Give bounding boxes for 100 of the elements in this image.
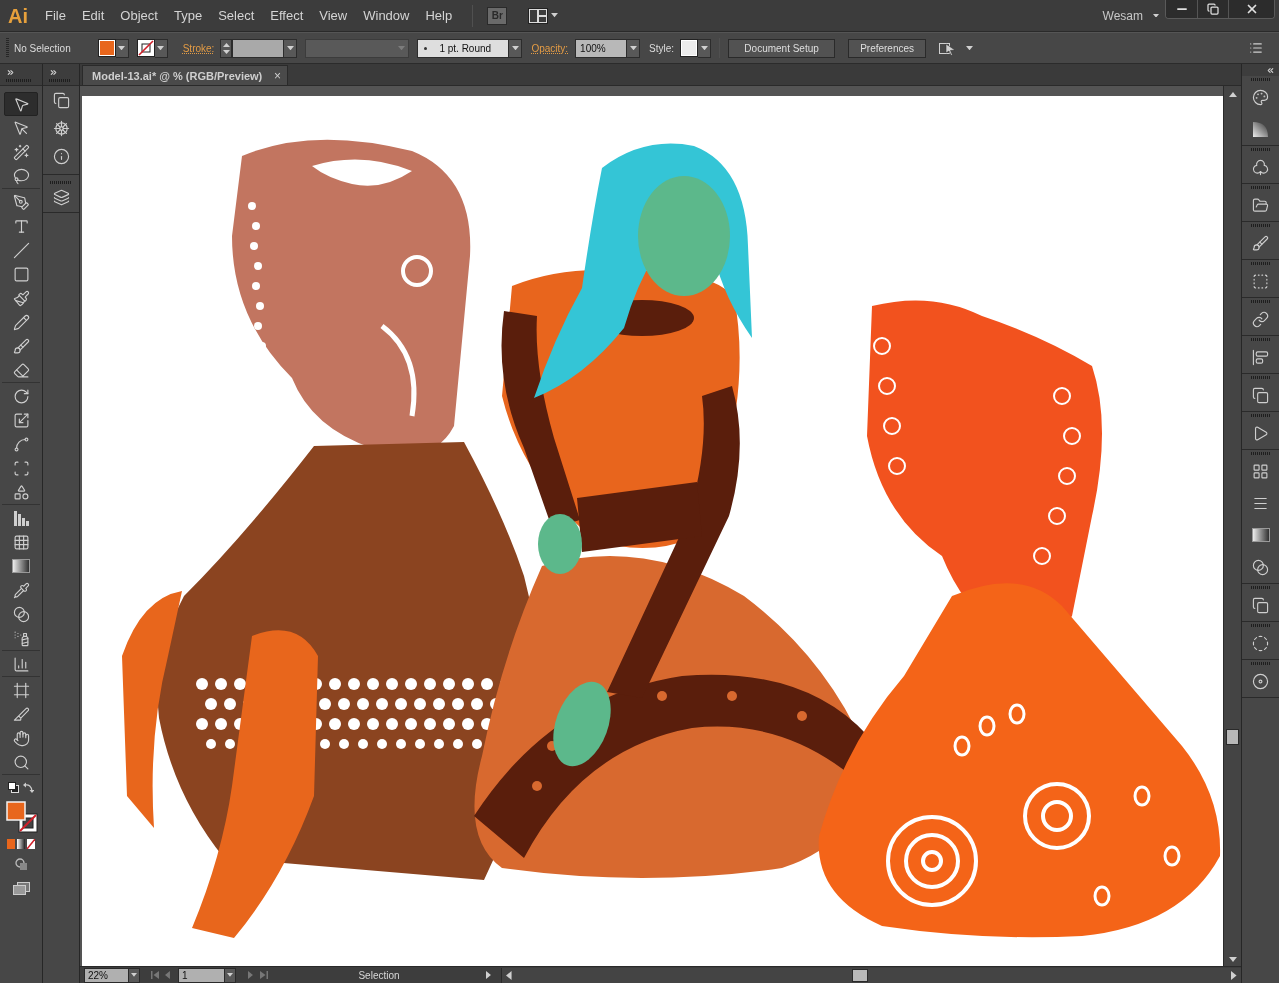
grip-icon <box>1250 662 1271 665</box>
dropdown-button[interactable] <box>509 38 523 58</box>
stepper-arrows-icon <box>222 41 230 55</box>
dropdown-button[interactable] <box>284 38 298 58</box>
document-title: Model-13.ai* @ % (RGB/Preview) <box>92 69 263 82</box>
grip-icon <box>1250 300 1271 303</box>
caret-icon <box>227 973 233 977</box>
dropdown-button[interactable] <box>698 38 712 58</box>
opacity-field[interactable]: 100% <box>575 38 628 58</box>
stroke-none-swatch-icon[interactable] <box>136 39 155 57</box>
toolbar-button[interactable]: Preferences <box>848 38 927 58</box>
double-chevron-icon[interactable] <box>1266 66 1275 75</box>
align-left-icon <box>1252 348 1269 366</box>
grip-icon <box>1250 186 1271 189</box>
caret-icon <box>511 45 519 51</box>
arrange-documents-button[interactable] <box>528 7 559 24</box>
caret-icon <box>551 13 559 18</box>
curve-icon <box>12 435 30 453</box>
scroll-right-icon <box>1231 970 1237 980</box>
dropdown-button[interactable] <box>627 38 641 58</box>
screen-mode-icon[interactable] <box>12 882 30 895</box>
stroke-link[interactable]: Stroke: <box>182 42 215 54</box>
stroke-weight-field[interactable] <box>232 38 285 58</box>
toolbar-button[interactable]: Document Setup <box>728 38 836 58</box>
caret-icon <box>700 45 708 51</box>
rectangle-icon <box>12 265 30 283</box>
caret-icon <box>286 45 294 51</box>
vertical-scrollbar[interactable] <box>1223 86 1241 966</box>
double-chevron-icon[interactable] <box>49 68 58 77</box>
dropdown-button[interactable] <box>225 967 236 983</box>
circles-icon <box>1252 558 1269 576</box>
menu-item[interactable]: Edit <box>73 5 113 26</box>
select-similar-button[interactable] <box>939 40 974 56</box>
scroll-up-icon <box>1228 92 1237 97</box>
folder-icon <box>1252 196 1269 214</box>
close-tab-button[interactable]: × <box>274 69 281 82</box>
pen-nib-icon <box>12 193 30 211</box>
scrollbar-thumb[interactable] <box>1226 729 1239 745</box>
menu-item[interactable]: Select <box>210 5 263 26</box>
scroll-left-icon <box>506 970 512 980</box>
bar-chart-icon <box>12 655 30 673</box>
blend-icon <box>12 605 30 623</box>
pointer-icon <box>12 119 30 137</box>
scrollbar-thumb[interactable] <box>851 968 868 982</box>
info-icon <box>52 147 70 165</box>
zoom-field[interactable]: 22% <box>84 967 129 983</box>
next-page-icon <box>248 971 253 979</box>
default-colors-icon[interactable] <box>8 782 19 793</box>
style-label: Style: <box>649 42 675 54</box>
magic-wand-icon <box>12 143 30 161</box>
grid-icon <box>12 533 30 551</box>
drawing-modes-icon[interactable] <box>15 858 27 870</box>
horizontal-scrollbar[interactable] <box>501 967 1241 983</box>
grip-icon <box>1250 414 1271 417</box>
caret-icon <box>398 45 406 51</box>
overlapping-squares-icon <box>52 91 70 109</box>
overlapping-squares-icon <box>1252 386 1269 404</box>
helm-wheel-icon <box>52 119 70 137</box>
fill-swatch-icon[interactable] <box>97 39 116 57</box>
menu-item[interactable]: Help <box>417 5 461 26</box>
type-icon <box>12 217 30 235</box>
document-tab[interactable]: Model-13.ai* @ % (RGB/Preview) × <box>82 65 288 85</box>
zoom-icon <box>12 753 30 771</box>
dashed-circle-icon <box>1252 634 1269 652</box>
tool-button[interactable] <box>4 92 38 116</box>
opacity-link[interactable]: Opacity: <box>531 42 569 54</box>
menu-item[interactable]: File <box>37 5 74 26</box>
grip-icon <box>1250 586 1271 589</box>
disc-icon <box>1252 672 1269 690</box>
swap-arrow-icon[interactable] <box>23 782 34 793</box>
restore-icon <box>1207 3 1219 15</box>
brush-dropdown[interactable]: 1 pt. Round <box>417 38 510 58</box>
brush-icon <box>12 337 30 355</box>
stroke-stepper[interactable] <box>220 38 233 58</box>
grip-icon <box>1250 338 1271 341</box>
brush-dot-icon <box>424 46 428 50</box>
grid-icon <box>1252 462 1269 480</box>
color-gradient-none-icon[interactable] <box>7 839 35 849</box>
caret-icon <box>157 45 165 51</box>
menu-item[interactable]: Effect <box>262 5 312 26</box>
scroll-down-icon <box>1228 957 1237 962</box>
caret-icon <box>131 973 137 977</box>
menu-item[interactable]: View <box>311 5 356 26</box>
status-text: Selection <box>357 969 401 981</box>
knife-icon <box>12 705 30 723</box>
palette-icon <box>1252 88 1269 106</box>
menu-item[interactable]: Type <box>165 5 211 26</box>
page-field[interactable]: 1 <box>178 967 225 983</box>
caret-icon <box>1153 13 1159 18</box>
menu-item[interactable]: Window <box>355 5 418 26</box>
rotate-icon <box>12 387 30 405</box>
grip-icon <box>1250 224 1271 227</box>
double-chevron-icon[interactable] <box>6 68 15 77</box>
style-swatch-icon[interactable] <box>680 39 699 57</box>
workspace-switcher[interactable]: Wesam <box>1092 8 1165 23</box>
dropdown-button[interactable] <box>129 967 140 983</box>
panel-menu-button[interactable] <box>1249 41 1263 55</box>
layout-panels-icon <box>528 7 549 24</box>
menu-item[interactable]: Object <box>112 5 166 26</box>
close-window-button[interactable] <box>1228 0 1274 18</box>
